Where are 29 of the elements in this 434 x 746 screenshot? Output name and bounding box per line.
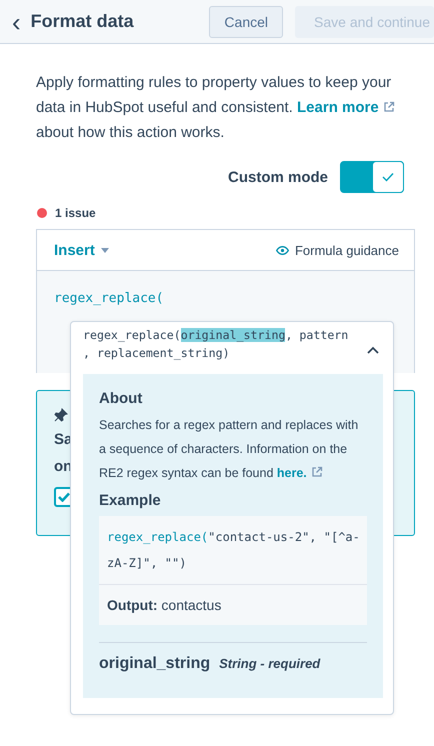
external-link-icon (310, 466, 323, 478)
example-output: Output: contactus (106, 596, 222, 615)
custom-mode-toggle[interactable] (340, 161, 404, 193)
insert-dropdown[interactable]: Insert (54, 242, 109, 258)
issue-count: 1 issue (55, 206, 96, 220)
learn-more-link[interactable]: Learn more (297, 99, 379, 116)
custom-mode-label: Custom mode (228, 168, 328, 186)
example-code-line: zA-Z]", "") (107, 555, 188, 572)
back-button[interactable]: ‹ (10, 8, 23, 34)
page-title: Format data (30, 11, 135, 32)
cancel-button[interactable]: Cancel (209, 6, 284, 38)
here-link[interactable]: here. (276, 466, 307, 480)
parameter-type: String - required (219, 656, 320, 671)
about-heading: About (99, 389, 144, 407)
check-icon (382, 172, 394, 182)
function-signature-line: , replacement_string) (83, 345, 230, 362)
example-heading: Example (99, 492, 162, 509)
function-signature-line: regex_replace(original_string, pattern (83, 327, 348, 344)
external-link-icon (382, 101, 395, 113)
caret-icon (100, 248, 109, 252)
intro-paragraph: Apply formatting rules to property values to keep your data in HubSpot useful and consistent. Learn more about how this action works. (36, 70, 404, 145)
formula-code: regex_replace( (54, 291, 164, 306)
eye-icon (276, 246, 289, 254)
formula-guidance-button[interactable]: Formula guidance (276, 242, 399, 258)
check-icon (58, 492, 70, 502)
example-code-line: regex_replace("contact-us-2", "[^a- (107, 529, 359, 546)
about-description: Searches for a regex pattern and replaces with a sequence of characters. Information on the RE2 regex syntax can be found here. (99, 417, 360, 482)
parameter-name: original_string (99, 655, 210, 673)
pin-icon (54, 408, 68, 422)
